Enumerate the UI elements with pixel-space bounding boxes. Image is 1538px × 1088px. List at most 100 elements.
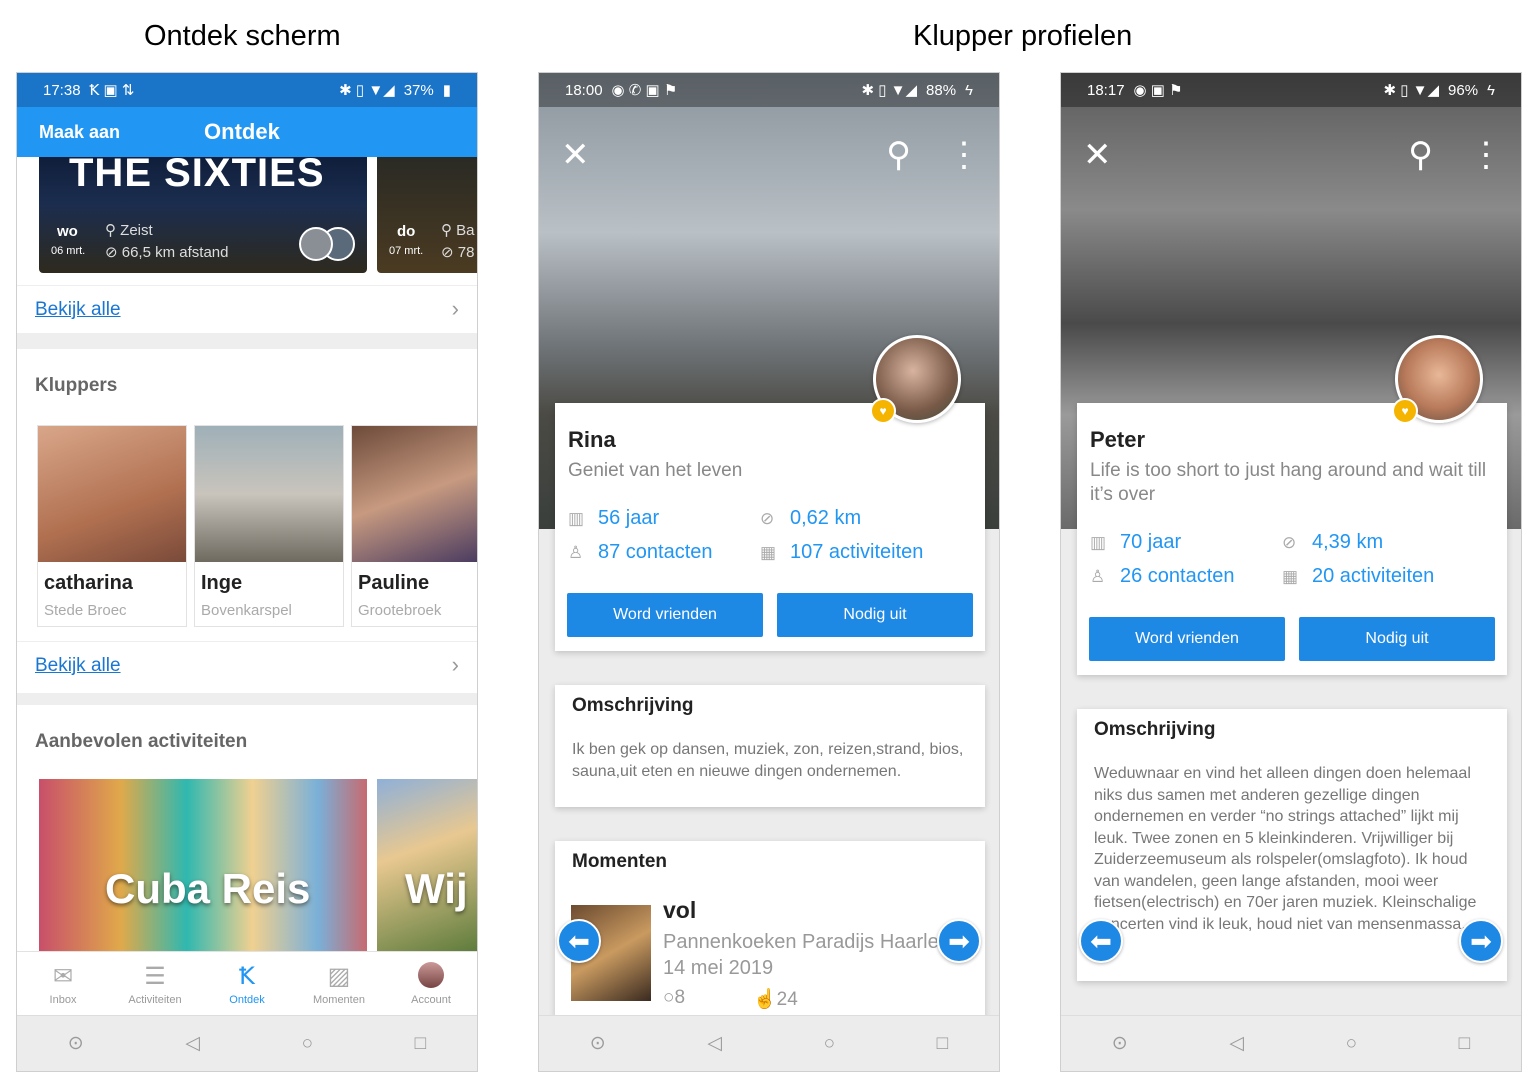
- thumbs-up-icon: ☝: [753, 989, 777, 1010]
- create-button[interactable]: Maak aan: [39, 122, 120, 143]
- description-title: Omschrijving: [1094, 719, 1216, 740]
- klupper-photo: [38, 426, 186, 562]
- klupper-place: Stede Broec: [44, 602, 127, 619]
- signal-icons: ✱ ▯ ▼◢: [339, 82, 395, 99]
- recents-icon[interactable]: □: [937, 1033, 948, 1055]
- status-time: 17:38: [43, 81, 81, 99]
- see-all-link[interactable]: Bekijk alle: [35, 299, 121, 321]
- profile-distance: ⊘ 0,62 km: [760, 507, 862, 529]
- profile-toolbar: ✕ ⚲ ⋮: [1083, 135, 1503, 175]
- description-card: Omschrijving Weduwnaar en vind het allee…: [1077, 709, 1507, 981]
- assistant-icon[interactable]: ⊙: [590, 1032, 606, 1055]
- search-icon[interactable]: ⚲: [886, 135, 911, 175]
- see-all-link[interactable]: Bekijk alle: [35, 655, 121, 677]
- profile-activities[interactable]: ▦ 107 activiteiten: [760, 541, 923, 564]
- nav-ontdek[interactable]: Ꝁ Ontdek: [201, 952, 293, 1017]
- arrow-right-button[interactable]: ➡: [1459, 919, 1503, 963]
- event-card[interactable]: THE SIXTIES wo 06 mrt. ⚲ Zeist ⊘ 66,5 km…: [39, 157, 367, 273]
- more-vert-icon[interactable]: ⋮: [947, 135, 981, 175]
- more-vert-icon[interactable]: ⋮: [1469, 135, 1503, 175]
- arrow-left-button[interactable]: ⬅: [557, 919, 601, 963]
- chevron-right-icon: ›: [451, 652, 459, 677]
- app-notification-icon: ◉ ▣ ⚑: [1133, 82, 1183, 99]
- klupper-name: Inge: [201, 572, 243, 594]
- android-nav-bar: ⊙ ◁ ○ □: [1061, 1015, 1521, 1071]
- arrow-right-button[interactable]: ➡: [937, 919, 981, 963]
- app-bar: Maak aan Ontdek: [17, 107, 477, 157]
- profile-contacts[interactable]: ♙ 87 contacten: [568, 541, 713, 564]
- activity-card[interactable]: Wij: [377, 779, 477, 951]
- recents-icon[interactable]: □: [1459, 1033, 1470, 1055]
- see-all-row[interactable]: Bekijk alle ›: [17, 285, 477, 333]
- event-distance: ⊘ 78: [441, 244, 475, 261]
- pin-icon: ⚲: [105, 222, 121, 239]
- profile-age: ▥ 56 jaar: [568, 507, 660, 529]
- assistant-icon[interactable]: ⊙: [1112, 1032, 1128, 1055]
- profile-contacts[interactable]: ♙ 26 contacten: [1090, 565, 1235, 588]
- page-title: Ontdek: [204, 119, 280, 144]
- event-day: do: [397, 223, 416, 240]
- profile-toolbar: ✕ ⚲ ⋮: [561, 135, 981, 175]
- description-text: Weduwnaar en vind het alleen dingen doen…: [1094, 765, 1477, 933]
- profile-card: Peter Life is too short to just hang aro…: [1077, 403, 1507, 675]
- klupper-photo: [195, 426, 343, 562]
- event-card[interactable]: do 07 mrt. ⚲ Ba ⊘ 78: [377, 157, 477, 273]
- back-icon[interactable]: ◁: [1229, 1032, 1244, 1055]
- account-avatar: [418, 962, 444, 990]
- profile-name: Rina: [568, 427, 616, 452]
- back-icon[interactable]: ◁: [185, 1032, 200, 1055]
- klupper-name: Pauline: [358, 572, 430, 594]
- contacts-icon: ♙: [568, 542, 584, 562]
- klupper-card[interactable]: catharina Stede Broec: [37, 425, 187, 627]
- moment-likes: ☝24: [753, 989, 798, 1010]
- heading-klupper-profielen: Klupper profielen: [913, 20, 1133, 52]
- status-time: 18:00: [565, 81, 603, 99]
- battery-level: 37%: [403, 81, 434, 99]
- moment-comments: ○8: [663, 987, 686, 1008]
- befriend-button[interactable]: Word vrienden: [567, 593, 763, 637]
- close-icon[interactable]: ✕: [1083, 135, 1112, 175]
- befriend-button[interactable]: Word vrienden: [1089, 617, 1285, 661]
- nav-inbox[interactable]: ✉ Inbox: [17, 952, 109, 1017]
- nav-activiteiten[interactable]: ☰ Activiteiten: [109, 952, 201, 1017]
- signal-icons: ✱ ▯ ▼◢: [861, 82, 918, 99]
- event-location: ⚲ Ba: [441, 222, 475, 239]
- event-day: wo: [57, 223, 78, 240]
- close-icon[interactable]: ✕: [561, 135, 590, 175]
- description-title: Omschrijving: [572, 695, 694, 716]
- description-text: Ik ben gek op dansen, muziek, zon, reize…: [572, 741, 964, 780]
- nav-momenten[interactable]: ▨ Momenten: [293, 952, 385, 1017]
- battery-charging-icon: ϟ: [965, 81, 973, 99]
- invite-button[interactable]: Nodig uit: [1299, 617, 1495, 661]
- kluppers-title: Kluppers: [35, 375, 118, 396]
- event-distance: ⊘ 66,5 km afstand: [105, 244, 229, 261]
- invite-button[interactable]: Nodig uit: [777, 593, 973, 637]
- klupper-card[interactable]: Pauline Grootebroek: [351, 425, 477, 627]
- arrow-left-button[interactable]: ⬅: [1079, 919, 1123, 963]
- klupper-card[interactable]: Inge Bovenkarspel: [194, 425, 344, 627]
- home-icon[interactable]: ○: [302, 1033, 313, 1055]
- assistant-icon[interactable]: ⊙: [68, 1032, 84, 1055]
- status-bar: 18:17 ◉ ▣ ⚑ ✱ ▯ ▼◢ 96% ϟ: [1061, 73, 1521, 107]
- list-icon: ☰: [144, 963, 166, 990]
- home-icon[interactable]: ○: [824, 1033, 835, 1055]
- home-icon[interactable]: ○: [1346, 1033, 1357, 1055]
- recents-icon[interactable]: □: [415, 1033, 426, 1055]
- nav-account[interactable]: Account: [385, 952, 477, 1017]
- attendee-avatar: [299, 227, 333, 261]
- klupper-place: Bovenkarspel: [201, 602, 292, 619]
- activity-title: Cuba Reis: [105, 865, 311, 912]
- moment-place: Pannenkoeken Paradijs Haarle: [663, 931, 939, 953]
- calendar-icon: ▦: [760, 542, 777, 562]
- phone-profile-peter: 18:17 ◉ ▣ ⚑ ✱ ▯ ▼◢ 96% ϟ ✕ ⚲ ⋮ Peter Life is…: [1060, 72, 1522, 1072]
- back-icon[interactable]: ◁: [707, 1032, 722, 1055]
- status-bar: 17:38 Ꝁ ▣ ⇅ ✱ ▯ ▼◢ 37% ▮: [17, 73, 477, 107]
- status-bar: 18:00 ◉ ✆ ▣ ⚑ ✱ ▯ ▼◢ 88% ϟ: [539, 73, 999, 107]
- see-all-row[interactable]: Bekijk alle ›: [17, 641, 477, 689]
- activity-card[interactable]: Cuba Reis: [39, 779, 367, 951]
- contacts-icon: ♙: [1090, 566, 1106, 586]
- compass-icon: ⊘: [105, 244, 122, 261]
- description-card: Omschrijving Ik ben gek op dansen, muzie…: [555, 685, 985, 807]
- profile-activities[interactable]: ▦ 20 activiteiten: [1282, 565, 1434, 588]
- search-icon[interactable]: ⚲: [1408, 135, 1433, 175]
